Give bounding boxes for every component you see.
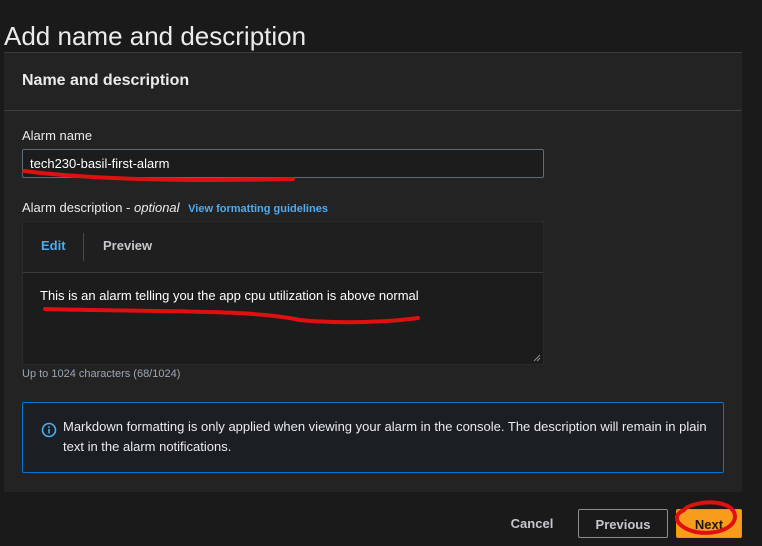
panel-header: Name and description [4,53,742,111]
info-text: Markdown formatting is only applied when… [63,419,707,454]
alarm-description-label: Alarm description - optional View format… [22,200,328,215]
optional-tag: optional [134,200,180,215]
alarm-description-textarea[interactable]: This is an alarm telling you the app cpu… [40,288,419,303]
info-alert: Markdown formatting is only applied when… [22,402,724,473]
character-count: Up to 1024 characters (68/1024) [22,368,181,380]
info-icon [41,422,57,438]
alarm-name-input[interactable]: tech230-basil-first-alarm [22,149,544,178]
alarm-description-editor: Edit Preview This is an alarm telling yo… [22,221,544,365]
previous-button[interactable]: Previous [578,509,668,538]
alarm-description-label-text: Alarm description - [22,200,131,215]
alarm-name-label: Alarm name [22,128,93,143]
resize-grip-icon[interactable] [533,354,541,362]
next-button[interactable]: Next [676,509,742,538]
tab-edit[interactable]: Edit [41,238,66,253]
page-title: Add name and description [4,21,307,52]
cancel-button[interactable]: Cancel [497,509,567,538]
editor-tabs: Edit Preview [23,222,543,273]
tab-divider [83,233,84,261]
tab-preview[interactable]: Preview [103,238,152,253]
name-description-panel: Name and description Alarm name tech230-… [4,52,742,492]
section-title: Name and description [22,72,190,89]
formatting-guidelines-link[interactable]: View formatting guidelines [188,203,328,215]
